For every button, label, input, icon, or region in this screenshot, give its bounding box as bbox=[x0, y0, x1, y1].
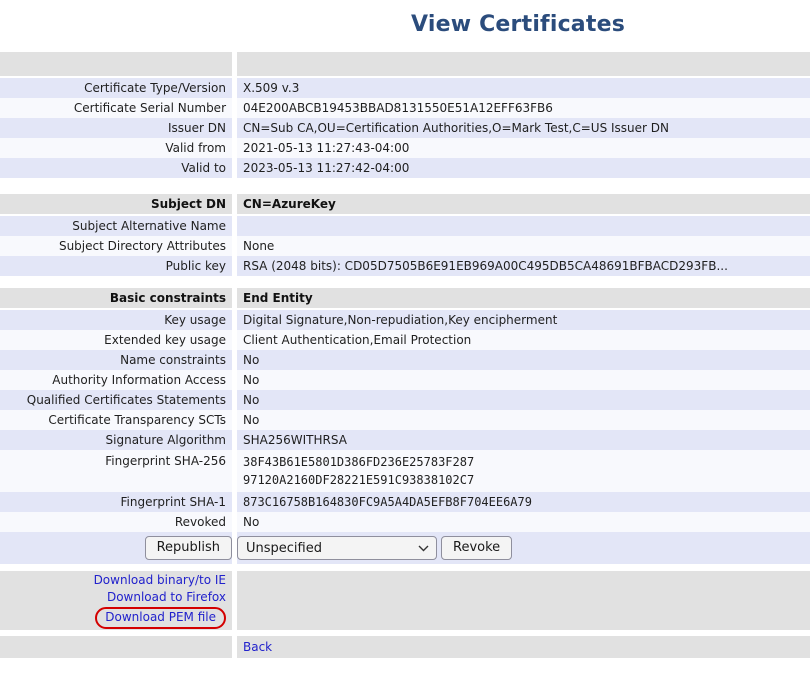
section-header-value: End Entity bbox=[237, 288, 810, 308]
field-label: Signature Algorithm bbox=[0, 430, 232, 450]
general-header-label-cell bbox=[0, 52, 232, 76]
downloads-empty-cell bbox=[237, 571, 810, 630]
field-label: Authority Information Access bbox=[0, 370, 232, 390]
field-label: Public key bbox=[0, 256, 232, 276]
revocation-reason-select-wrap: Unspecified bbox=[237, 536, 437, 560]
field-label: Fingerprint SHA-1 bbox=[0, 492, 232, 512]
row-valid-to: Valid to 2023-05-13 11:27:42-04:00 bbox=[0, 158, 810, 178]
field-label: Certificate Type/Version bbox=[0, 78, 232, 98]
field-value: No bbox=[237, 370, 810, 390]
view-certificates-page: View Certificates Certificate Type/Versi… bbox=[0, 12, 810, 658]
field-value: No bbox=[237, 390, 810, 410]
fingerprint-sha256-line2: 97120A2160DF28221E591C93838102C7 bbox=[243, 471, 474, 489]
section-general: Certificate Type/Version X.509 v.3 Certi… bbox=[0, 52, 810, 178]
general-header-value-cell bbox=[237, 52, 810, 76]
field-label: Certificate Transparency SCTs bbox=[0, 410, 232, 430]
field-label: Valid from bbox=[0, 138, 232, 158]
revocation-reason-select[interactable]: Unspecified bbox=[237, 536, 437, 560]
row-subject-dn: Subject DN CN=AzureKey bbox=[0, 194, 810, 214]
section-subject: Subject DN CN=AzureKey Subject Alternati… bbox=[0, 194, 810, 276]
field-value: No bbox=[237, 512, 810, 532]
field-value: 04E200ABCB19453BBAD8131550E51A12EFF63FB6 bbox=[237, 98, 810, 118]
download-firefox-link[interactable]: Download to Firefox bbox=[107, 589, 226, 606]
revoke-button[interactable]: Revoke bbox=[441, 536, 512, 560]
page-title: View Certificates bbox=[411, 12, 625, 38]
field-value: CN=Sub CA,OU=Certification Authorities,O… bbox=[237, 118, 810, 138]
field-value bbox=[237, 216, 810, 236]
field-label: Fingerprint SHA-256 bbox=[0, 450, 232, 492]
field-value: 38F43B61E5801D386FD236E25783F287 97120A2… bbox=[237, 450, 810, 492]
field-value: None bbox=[237, 236, 810, 256]
field-label: Revoked bbox=[0, 512, 232, 532]
section-constraints: Basic constraints End Entity Key usage D… bbox=[0, 288, 810, 564]
field-label: Certificate Serial Number bbox=[0, 98, 232, 118]
field-value: RSA (2048 bits): CD05D7505B6E91EB969A00C… bbox=[237, 256, 810, 276]
download-pem-link[interactable]: Download PEM file bbox=[105, 610, 216, 624]
row-signature-algorithm: Signature Algorithm SHA256WITHRSA bbox=[0, 430, 810, 450]
certificate-detail-tables: Certificate Type/Version X.509 v.3 Certi… bbox=[0, 52, 810, 658]
field-label: Key usage bbox=[0, 310, 232, 330]
row-extended-key-usage: Extended key usage Client Authentication… bbox=[0, 330, 810, 350]
field-value: SHA256WITHRSA bbox=[237, 430, 810, 450]
field-label: Extended key usage bbox=[0, 330, 232, 350]
fingerprint-sha256-line1: 38F43B61E5801D386FD236E25783F287 bbox=[243, 453, 474, 471]
field-label: Subject Directory Attributes bbox=[0, 236, 232, 256]
field-value: 2021-05-13 11:27:43-04:00 bbox=[237, 138, 810, 158]
section-downloads: Download binary/to IE Download to Firefo… bbox=[0, 571, 810, 630]
back-link[interactable]: Back bbox=[243, 640, 272, 654]
row-key-usage: Key usage Digital Signature,Non-repudiat… bbox=[0, 310, 810, 330]
page-header: View Certificates bbox=[0, 12, 810, 38]
row-actions: Republish Unspecified Revoke bbox=[0, 532, 810, 564]
republish-button[interactable]: Republish bbox=[145, 536, 232, 560]
field-value: No bbox=[237, 350, 810, 370]
row-certificate-type-version: Certificate Type/Version X.509 v.3 bbox=[0, 78, 810, 98]
field-value: Digital Signature,Non-repudiation,Key en… bbox=[237, 310, 810, 330]
field-label: Valid to bbox=[0, 158, 232, 178]
row-qualified-certificates-statements: Qualified Certificates Statements No bbox=[0, 390, 810, 410]
section-header-label: Basic constraints bbox=[0, 288, 232, 308]
row-basic-constraints: Basic constraints End Entity bbox=[0, 288, 810, 308]
field-label: Subject Alternative Name bbox=[0, 216, 232, 236]
section-header-value: CN=AzureKey bbox=[237, 194, 810, 214]
row-authority-information-access: Authority Information Access No bbox=[0, 370, 810, 390]
field-value: 873C16758B164830FC9A5A4DA5EFB8F704EE6A79 bbox=[237, 492, 810, 512]
field-value: 2023-05-13 11:27:42-04:00 bbox=[237, 158, 810, 178]
section-back: Back bbox=[0, 636, 810, 658]
general-header-row bbox=[0, 52, 810, 76]
field-label: Issuer DN bbox=[0, 118, 232, 138]
republish-cell: Republish bbox=[0, 532, 232, 564]
field-value: No bbox=[237, 410, 810, 430]
row-subject-directory-attributes: Subject Directory Attributes None bbox=[0, 236, 810, 256]
row-fingerprint-sha1: Fingerprint SHA-1 873C16758B164830FC9A5A… bbox=[0, 492, 810, 512]
row-name-constraints: Name constraints No bbox=[0, 350, 810, 370]
section-header-label: Subject DN bbox=[0, 194, 232, 214]
download-links-cell: Download binary/to IE Download to Firefo… bbox=[0, 571, 232, 630]
back-link-cell: Back bbox=[237, 636, 810, 658]
row-revoked: Revoked No bbox=[0, 512, 810, 532]
row-fingerprint-sha256: Fingerprint SHA-256 38F43B61E5801D386FD2… bbox=[0, 450, 810, 492]
download-binary-ie-link[interactable]: Download binary/to IE bbox=[94, 572, 226, 589]
row-back: Back bbox=[0, 636, 810, 658]
row-public-key: Public key RSA (2048 bits): CD05D7505B6E… bbox=[0, 256, 810, 276]
row-issuer-dn: Issuer DN CN=Sub CA,OU=Certification Aut… bbox=[0, 118, 810, 138]
field-value: X.509 v.3 bbox=[237, 78, 810, 98]
field-value: Client Authentication,Email Protection bbox=[237, 330, 810, 350]
pem-annotation-oval: Download PEM file bbox=[95, 607, 226, 629]
row-certificate-serial-number: Certificate Serial Number 04E200ABCB1945… bbox=[0, 98, 810, 118]
field-label: Name constraints bbox=[0, 350, 232, 370]
revoke-cell: Unspecified Revoke bbox=[237, 532, 810, 564]
row-downloads: Download binary/to IE Download to Firefo… bbox=[0, 571, 810, 630]
row-subject-alternative-name: Subject Alternative Name bbox=[0, 216, 810, 236]
field-label: Qualified Certificates Statements bbox=[0, 390, 232, 410]
row-valid-from: Valid from 2021-05-13 11:27:43-04:00 bbox=[0, 138, 810, 158]
row-certificate-transparency-scts: Certificate Transparency SCTs No bbox=[0, 410, 810, 430]
back-empty-cell bbox=[0, 636, 232, 658]
